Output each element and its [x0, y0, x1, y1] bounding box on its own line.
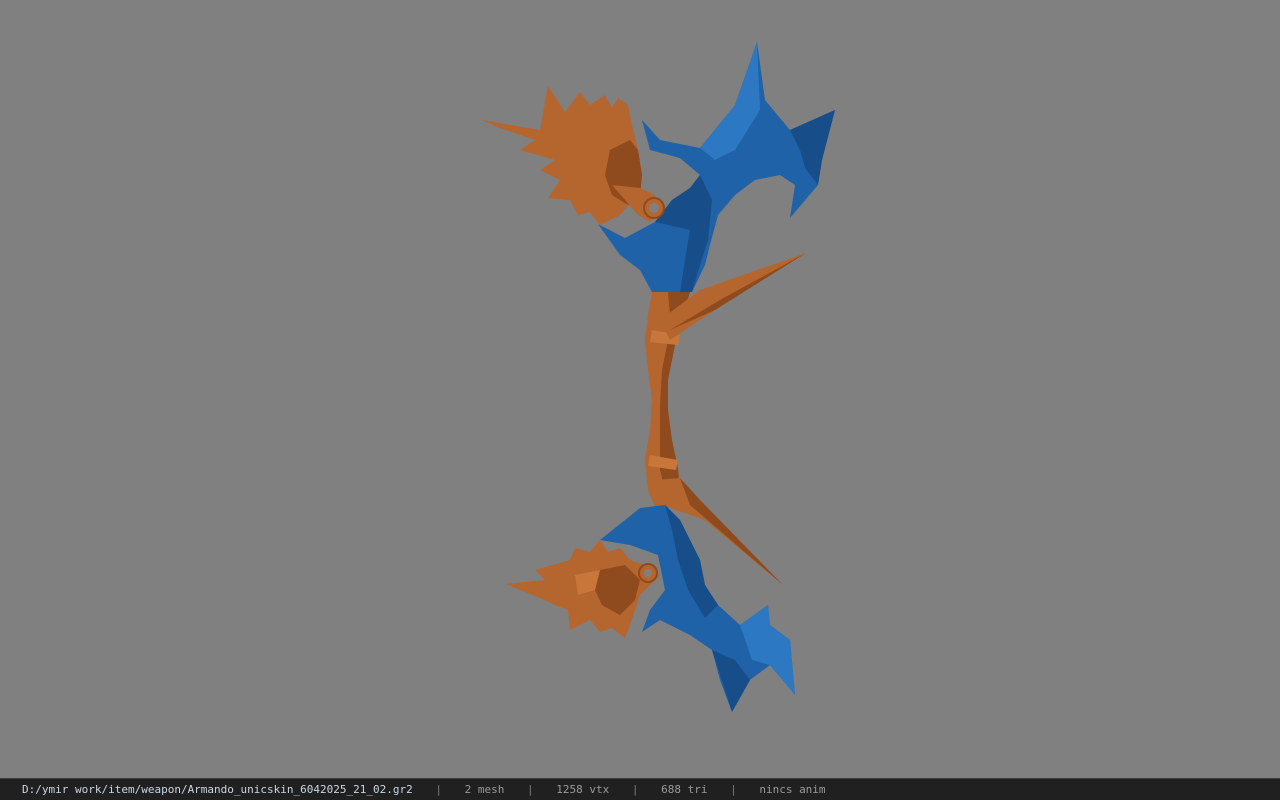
- status-separator: |: [631, 783, 639, 796]
- file-path-label: D:/ymir work/item/weapon/Armando_unicski…: [22, 783, 413, 796]
- status-separator: |: [730, 783, 737, 796]
- triangle-count-label: 688 tri: [661, 783, 708, 796]
- status-bar: D:/ymir work/item/weapon/Armando_unicski…: [0, 778, 1280, 800]
- status-separator: |: [435, 783, 442, 796]
- model-render: [482, 42, 835, 712]
- status-separator: |: [526, 783, 534, 796]
- animation-status-label: nincs anim: [759, 783, 826, 796]
- vertex-count-label: 1258 vtx: [556, 783, 610, 796]
- 3d-viewport[interactable]: [0, 0, 1280, 778]
- weapon-model: [482, 42, 835, 712]
- mesh-count-label: 2 mesh: [464, 783, 505, 796]
- upper-orange-tuft: [482, 86, 665, 225]
- lower-orange-tuft: [506, 540, 660, 638]
